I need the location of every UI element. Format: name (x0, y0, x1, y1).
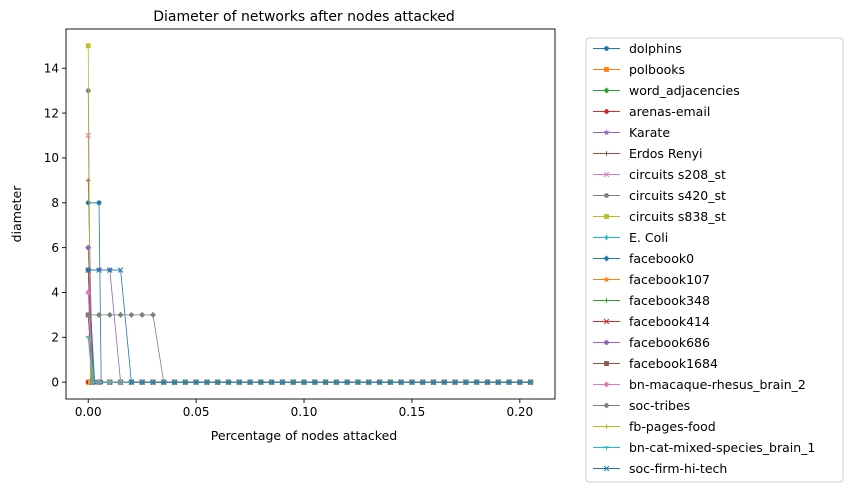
y-tick-label: 4 (51, 286, 59, 300)
legend-label: bn-macaque-rhesus_brain_2 (629, 377, 806, 392)
chart: Diameter of networks after nodes attacke… (0, 0, 851, 492)
legend-label: facebook414 (629, 314, 710, 329)
legend-marker (604, 361, 609, 366)
y-tick-label: 6 (51, 241, 59, 255)
legend-label: dolphins (629, 41, 682, 56)
legend-label: circuits s420_st (629, 188, 726, 203)
legend-box (585, 37, 844, 483)
legend-label: polbooks (629, 62, 685, 77)
y-axis-label: diameter (9, 185, 24, 243)
y-tick-label: 0 (51, 375, 59, 389)
legend-marker (604, 214, 609, 219)
legend-label: soc-firm-hi-tech (629, 461, 727, 476)
data-point (85, 200, 91, 206)
legend-label: word_adjacencies (629, 83, 740, 98)
data-point (96, 200, 102, 206)
legend: dolphins polbooks word_adjacencies arenas-e… (585, 37, 844, 483)
legend-label: facebook1684 (629, 356, 718, 371)
x-tick-label: 0.15 (399, 405, 426, 419)
x-tick-label: 0.20 (506, 405, 533, 419)
legend-marker (604, 46, 609, 51)
legend-label: bn-cat-mixed-species_brain_1 (629, 440, 815, 455)
legend-label: fb-pages-food (629, 419, 716, 434)
y-tick-label: 14 (44, 61, 59, 75)
y-tick-label: 2 (51, 331, 59, 345)
legend-marker (604, 193, 609, 198)
legend-label: arenas-email (629, 104, 710, 119)
legend-label: facebook107 (629, 272, 710, 287)
y-tick-label: 10 (44, 151, 59, 165)
chart-title: Diameter of networks after nodes attacke… (153, 9, 455, 25)
legend-label: facebook0 (629, 251, 694, 266)
legend-marker (604, 340, 609, 345)
x-tick-label: 0.10 (291, 405, 318, 419)
legend-marker (604, 67, 609, 72)
data-point (85, 245, 91, 251)
x-tick-label: 0.00 (75, 405, 102, 419)
legend-label: circuits s208_st (629, 167, 726, 182)
x-tick-label: 0.05 (183, 405, 210, 419)
legend-label: circuits s838_st (629, 209, 726, 224)
legend-label: Karate (629, 125, 670, 140)
legend-label: Erdos Renyi (629, 146, 703, 161)
x-axis-label: Percentage of nodes attacked (211, 428, 397, 443)
legend-label: soc-tribes (629, 398, 690, 413)
legend-label: E. Coli (629, 230, 668, 245)
y-tick-label: 12 (44, 106, 59, 120)
data-point (85, 43, 91, 49)
legend-label: facebook348 (629, 293, 710, 308)
legend-label: facebook686 (629, 335, 710, 350)
y-tick-label: 8 (51, 196, 59, 210)
